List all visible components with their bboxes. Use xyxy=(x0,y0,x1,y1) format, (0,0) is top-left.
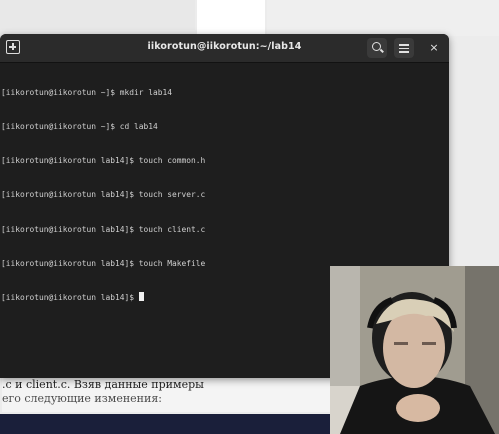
hamburger-menu-button[interactable] xyxy=(394,38,414,58)
webcam-overlay xyxy=(330,266,499,434)
webcam-video xyxy=(330,266,499,434)
terminal-line: [iikorotun@iikorotun lab14]$ touch serve… xyxy=(1,190,206,200)
terminal-line: [iikorotun@iikorotun lab14]$ touch commo… xyxy=(1,156,206,166)
close-button[interactable]: × xyxy=(426,40,442,56)
menu-icon xyxy=(399,44,409,46)
background-panel-right xyxy=(267,0,499,36)
terminal-line: [iikorotun@iikorotun ~]$ cd lab14 xyxy=(1,122,158,132)
terminal-cursor xyxy=(138,292,144,302)
terminal-line: [iikorotun@iikorotun lab14]$ touch clien… xyxy=(1,224,206,234)
document-text-line: его следующие изменения: xyxy=(2,392,162,405)
search-button[interactable] xyxy=(367,38,387,58)
background-page xyxy=(197,0,265,36)
document-text: .c и client.c. Взяв данные примеры его с… xyxy=(2,378,332,412)
terminal-titlebar[interactable]: iikorotun@iikorotun:~/lab14 × xyxy=(0,34,449,63)
terminal-line: [iikorotun@iikorotun ~]$ mkdir lab14 xyxy=(1,87,173,97)
background-panel xyxy=(0,0,195,30)
terminal-prompt: [iikorotun@iikorotun lab14]$ xyxy=(1,293,139,303)
document-text-line: .c и client.c. Взяв данные примеры xyxy=(2,378,204,391)
